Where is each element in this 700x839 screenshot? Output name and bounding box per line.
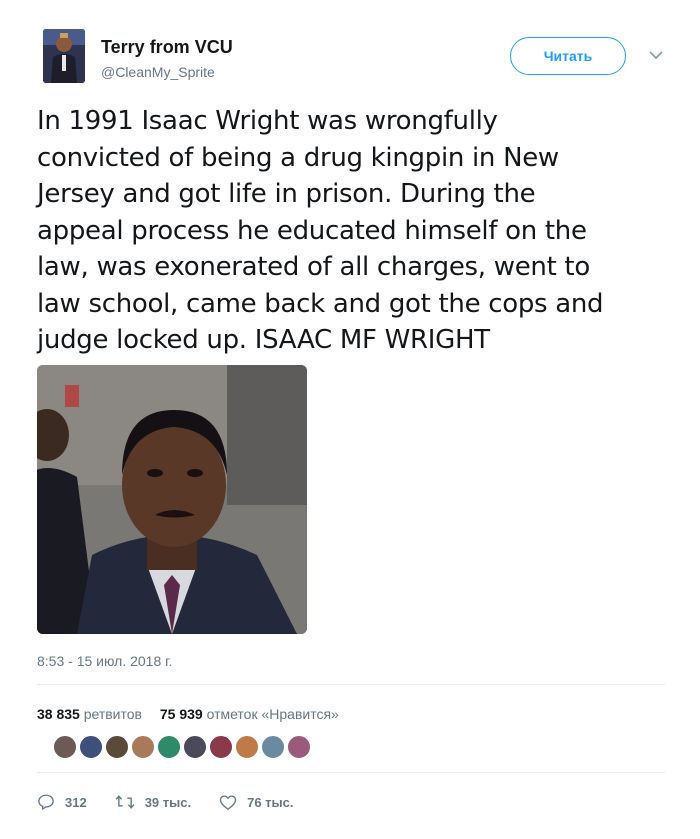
chevron-down-icon[interactable]	[649, 50, 663, 60]
liker-avatar[interactable]	[104, 734, 130, 760]
reply-count: 312	[65, 794, 87, 810]
divider	[37, 684, 665, 685]
tweet-timestamp[interactable]: 8:53 - 15 июл. 2018 г.	[37, 653, 172, 669]
follow-button[interactable]: Читать	[510, 37, 626, 75]
tweet-line: In 1991 Isaac Wright was wrongfully	[37, 106, 498, 136]
liker-avatar[interactable]	[260, 734, 286, 760]
tweet-line: law, was exonerated of all charges, went…	[37, 252, 590, 282]
retweets-count[interactable]: 38 835	[37, 706, 80, 722]
tweet-photo[interactable]	[37, 365, 307, 634]
divider	[37, 772, 665, 773]
liker-avatar[interactable]	[208, 734, 234, 760]
tweet-text: In 1991 Isaac Wright was wrongfully conv…	[37, 103, 657, 359]
retweet-count: 39 тыс.	[144, 794, 192, 810]
liker-avatar[interactable]	[52, 734, 78, 760]
retweet-button[interactable]: 39 тыс.	[115, 793, 191, 811]
tweet-line: judge locked up. ISAAC MF WRIGHT	[37, 325, 490, 355]
avatar[interactable]	[43, 29, 85, 83]
liker-avatar[interactable]	[78, 734, 104, 760]
avatar-image	[43, 29, 85, 83]
retweet-icon	[115, 795, 135, 809]
like-button[interactable]: 76 тыс.	[219, 794, 293, 811]
retweets-label[interactable]: ретвитов	[84, 706, 142, 722]
heart-icon	[219, 794, 237, 810]
tweet-line: appeal process he educated himself on th…	[37, 215, 587, 246]
tweet-stats: 38 835 ретвитов 75 939 отметок «Нравится…	[37, 706, 339, 722]
liker-avatar[interactable]	[130, 734, 156, 760]
tweet-line: Jersey and got life in prison. During th…	[37, 179, 536, 209]
portrait-image	[37, 365, 307, 634]
author-name[interactable]: Terry from VCU	[101, 37, 233, 58]
likers-list	[52, 734, 312, 760]
reply-icon	[38, 794, 54, 810]
likes-count[interactable]: 75 939	[160, 706, 203, 722]
liker-avatar[interactable]	[156, 734, 182, 760]
liker-avatar[interactable]	[234, 734, 260, 760]
like-count: 76 тыс.	[247, 794, 294, 810]
reply-button[interactable]: 312	[37, 793, 87, 811]
author-handle[interactable]: @CleanMy_Sprite	[101, 64, 215, 80]
tweet-line: law school, came back and got the cops a…	[37, 288, 604, 319]
liker-avatar[interactable]	[182, 734, 208, 760]
tweet-actions: 312 39 тыс. 76 тыс.	[37, 792, 321, 812]
liker-avatar[interactable]	[286, 734, 312, 760]
likes-label[interactable]: отметок «Нравится»	[207, 706, 339, 722]
tweet-line: convicted of being a drug kingpin in New	[37, 142, 559, 173]
